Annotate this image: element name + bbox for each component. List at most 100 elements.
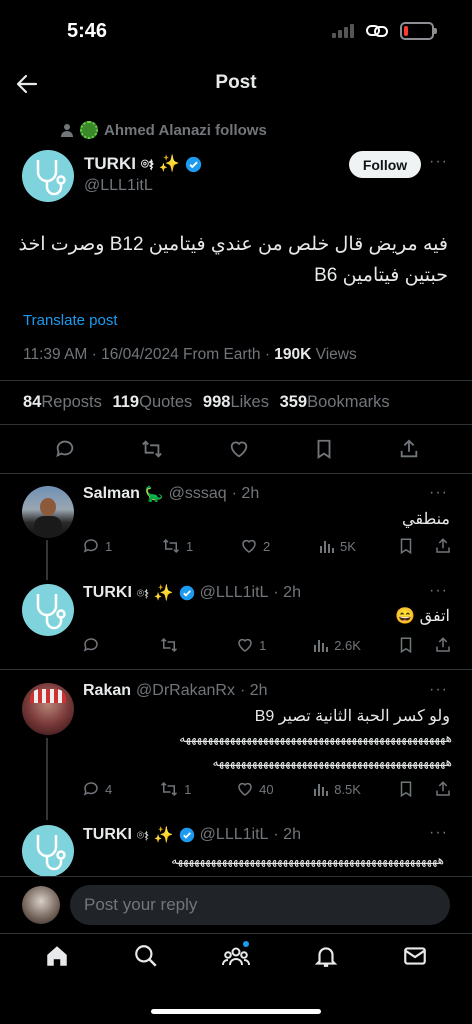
reply-repost-action[interactable]: [159, 636, 199, 654]
quotes-label[interactable]: Quotes: [139, 393, 192, 411]
bookmark-icon[interactable]: [398, 537, 414, 555]
repost-icon[interactable]: [140, 438, 164, 460]
reply-more-options-icon[interactable]: ···: [429, 484, 448, 502]
views-count: 2.6K: [334, 637, 361, 653]
like-icon[interactable]: [228, 438, 250, 460]
reply-icon[interactable]: [54, 438, 76, 460]
post-text: فيه مريض قال خلص من عندي فيتامين B12 وصر…: [18, 229, 448, 291]
glyph-icon: ⌾⚕: [136, 827, 149, 842]
reply-reply-action[interactable]: 4: [82, 780, 122, 798]
page-title: Post: [215, 72, 257, 93]
share-icon[interactable]: [434, 537, 452, 555]
author-handle[interactable]: @LLL1itL: [84, 177, 153, 195]
reply-avatar[interactable]: [22, 584, 74, 636]
bookmark-icon[interactable]: [314, 438, 334, 460]
reposts-label[interactable]: Reposts: [41, 393, 102, 411]
likes-count[interactable]: 998: [203, 393, 231, 411]
home-icon[interactable]: [44, 943, 70, 969]
reply-more-options-icon[interactable]: ···: [429, 582, 448, 600]
home-indicator: [151, 1009, 321, 1014]
share-icon[interactable]: [434, 636, 452, 654]
reply-icon: [83, 539, 98, 553]
reply-time: · 2h: [273, 584, 301, 601]
bookmarks-count[interactable]: 359: [280, 393, 308, 411]
reply-header[interactable]: TURKI ⌾⚕ ✨ @LLL1itL · 2h: [83, 825, 301, 845]
verified-badge-icon: [179, 827, 194, 843]
follow-button[interactable]: Follow: [349, 151, 421, 178]
reply-author-handle: @LLL1itL: [199, 584, 269, 601]
translate-post-link[interactable]: Translate post: [23, 312, 118, 329]
verified-badge-icon: [179, 585, 194, 601]
reply-text: اتفق 😄: [395, 608, 450, 625]
likes-label[interactable]: Likes: [230, 393, 269, 411]
social-context[interactable]: Ahmed Alanazi follows: [60, 121, 267, 139]
like-count: 2: [263, 538, 271, 554]
author-avatar[interactable]: [22, 150, 74, 202]
like-icon: [238, 782, 252, 796]
sparkles-icon: ✨: [153, 585, 174, 602]
reply-like-action[interactable]: 40: [236, 780, 276, 798]
reply-actions: 4 1 40 8.5K: [82, 780, 452, 798]
reply-actions: 1 2.6K: [82, 636, 452, 654]
quotes-count[interactable]: 119: [112, 393, 139, 411]
share-icon[interactable]: [434, 780, 452, 798]
reply-views-action[interactable]: 5K: [319, 538, 359, 554]
search-icon[interactable]: [133, 943, 159, 969]
share-icon[interactable]: [398, 438, 420, 460]
more-options-icon[interactable]: ···: [429, 153, 448, 171]
current-user-avatar[interactable]: [22, 886, 60, 924]
reply-header[interactable]: Salman 🦕 @sssaq · 2h: [83, 485, 259, 503]
reply-author-handle: @LLL1itL: [199, 826, 269, 843]
reply-reply-action[interactable]: [82, 636, 122, 654]
reply-avatar[interactable]: [22, 825, 74, 877]
divider: [0, 424, 472, 425]
like-icon: [242, 539, 256, 553]
sparkles-icon: ✨: [158, 154, 180, 173]
view-count: 190K: [274, 346, 312, 363]
repost-icon: [162, 538, 180, 554]
notifications-icon[interactable]: [313, 943, 339, 969]
reply-more-options-icon[interactable]: ···: [429, 681, 448, 699]
reply-repost-action[interactable]: 1: [159, 780, 199, 798]
reply-time: · 2h: [273, 826, 301, 843]
reply-like-action[interactable]: 2: [240, 537, 280, 555]
status-icons: [332, 22, 437, 40]
reply-avatar[interactable]: [22, 486, 74, 538]
reply-views-action[interactable]: 2.6K: [313, 637, 361, 653]
virus-emoji-icon: [80, 121, 98, 139]
reposts-count[interactable]: 84: [23, 393, 41, 411]
status-time: 5:46: [67, 20, 108, 42]
reply-avatar[interactable]: [22, 683, 74, 735]
author-name: TURKI: [84, 154, 136, 173]
reply-like-action[interactable]: 1: [236, 636, 276, 654]
link-icon: [366, 25, 388, 37]
reply-reply-action[interactable]: 1: [82, 537, 122, 555]
reply-repost-action[interactable]: 1: [161, 537, 201, 555]
views-label: Views: [311, 346, 357, 363]
bookmarks-label[interactable]: Bookmarks: [307, 393, 390, 411]
divider: [0, 933, 472, 934]
bookmark-icon[interactable]: [398, 636, 414, 654]
repost-icon: [161, 637, 178, 653]
repost-icon: [161, 781, 178, 797]
views-icon: [314, 784, 329, 796]
reply-header[interactable]: Rakan @DrRakanRx · 2h: [83, 682, 268, 700]
post-meta: 11:39 AM · 16/04/2024 From Earth · 190K …: [23, 346, 357, 364]
stethoscope-icon: [36, 835, 66, 871]
verified-badge-icon: [185, 156, 202, 172]
author-name-line[interactable]: TURKI ⌾⚕ ✨: [84, 154, 202, 174]
bottom-nav: [0, 941, 472, 969]
reply-header[interactable]: TURKI ⌾⚕ ✨ @LLL1itL · 2h: [83, 583, 301, 603]
sparkles-icon: ✨: [153, 827, 174, 844]
reply-author-name: Salman: [83, 485, 140, 502]
post-text-line-2: حبتين فيتامين B6: [314, 265, 448, 286]
messages-icon[interactable]: [402, 943, 428, 969]
reply-more-options-icon[interactable]: ···: [429, 824, 448, 842]
reply-input[interactable]: Post your reply: [70, 885, 450, 925]
communities-nav[interactable]: [221, 941, 250, 969]
repost-count: 1: [186, 538, 194, 554]
reply-text-line: هههههههههههههههههههههههههههههههههههههههه…: [171, 853, 444, 867]
reply-count: 1: [105, 538, 113, 554]
bookmark-icon[interactable]: [398, 780, 414, 798]
reply-views-action[interactable]: 8.5K: [313, 781, 361, 797]
